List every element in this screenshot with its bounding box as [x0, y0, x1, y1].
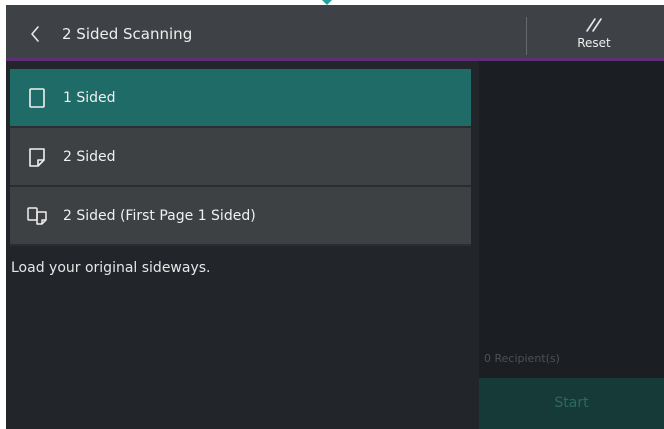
recipient-count: 0 Recipient(s)	[484, 352, 560, 365]
single-page-icon	[29, 88, 45, 108]
option-2-sided[interactable]: 2 Sided	[10, 128, 471, 187]
option-label: 2 Sided (First Page 1 Sided)	[63, 208, 256, 224]
header-divider	[526, 17, 527, 55]
duplex-option-list: 1 Sided 2 Sided 2 Sided (First Page 1 Si…	[10, 69, 471, 246]
chevron-left-icon	[31, 26, 39, 42]
start-button[interactable]: Start	[479, 378, 664, 429]
option-2-sided-first-page-1-sided[interactable]: 2 Sided (First Page 1 Sided)	[10, 187, 471, 246]
option-label: 1 Sided	[63, 90, 116, 106]
page: { "header": { "title": "2 Sided Scanning…	[0, 0, 664, 429]
reset-button[interactable]: Reset	[558, 13, 630, 59]
side-panel	[479, 61, 664, 378]
folded-page-icon	[29, 148, 45, 167]
column-gap	[471, 61, 479, 429]
instruction-text: Load your original sideways.	[11, 260, 211, 276]
reset-label: Reset	[577, 36, 611, 50]
reset-slashes-icon	[586, 18, 602, 32]
option-1-sided[interactable]: 1 Sided	[10, 69, 471, 128]
two-pages-icon	[27, 207, 47, 225]
header-bar: 2 Sided Scanning Reset	[6, 5, 664, 61]
option-label: 2 Sided	[63, 149, 116, 165]
page-title: 2 Sided Scanning	[62, 25, 193, 43]
back-button[interactable]	[20, 19, 50, 49]
